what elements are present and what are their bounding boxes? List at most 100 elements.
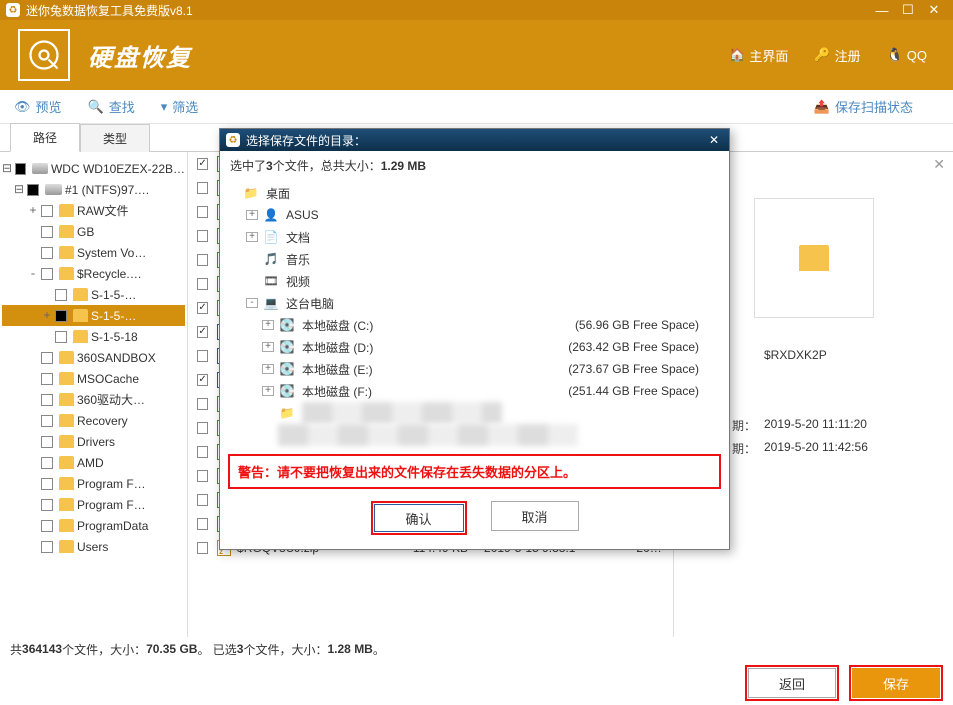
save-button[interactable]: 保存 xyxy=(852,668,940,698)
folder-icon xyxy=(59,456,74,469)
tree-disk[interactable]: +💽本地磁盘 (F:)(251.44 GB Free Space) xyxy=(230,380,719,402)
tab-path[interactable]: 路径 xyxy=(10,123,80,152)
checkbox[interactable] xyxy=(41,268,53,280)
tree-asus[interactable]: +👤ASUS xyxy=(230,204,719,226)
checkbox[interactable] xyxy=(197,182,208,194)
tool-save-state[interactable]: 📤保存扫描状态 xyxy=(814,97,913,116)
checkbox[interactable] xyxy=(197,422,208,434)
checkbox[interactable] xyxy=(41,394,53,406)
props-close-icon[interactable]: ✕ xyxy=(933,156,945,173)
back-button[interactable]: 返回 xyxy=(748,668,836,698)
dialog-warning: 警告：请不要把恢复出来的文件保存在丢失数据的分区上。 xyxy=(228,454,721,489)
checkbox[interactable] xyxy=(41,247,53,259)
tree-folder[interactable]: S-1-5-18 xyxy=(2,326,185,347)
checkbox[interactable] xyxy=(197,350,208,362)
checkbox[interactable] xyxy=(55,289,67,301)
tree-folder[interactable]: -$Recycle.… xyxy=(2,263,185,284)
checkbox[interactable] xyxy=(197,206,208,218)
tool-preview[interactable]: 👁预览 xyxy=(14,97,62,116)
checkbox[interactable] xyxy=(197,398,208,410)
tree-folder[interactable]: +RAW文件 xyxy=(2,200,185,221)
ok-button[interactable]: 确认 xyxy=(374,504,464,532)
checkbox[interactable] xyxy=(197,542,208,554)
expand-icon[interactable]: + xyxy=(262,342,274,352)
expand-icon[interactable]: + xyxy=(262,364,274,374)
tree-folder[interactable]: AMD xyxy=(2,452,185,473)
tree-partition[interactable]: ⊟#1 (NTFS)97.… xyxy=(2,179,185,200)
checkbox[interactable] xyxy=(197,254,208,266)
tree-disk[interactable]: +💽本地磁盘 (E:)(273.67 GB Free Space) xyxy=(230,358,719,380)
tool-filter[interactable]: ▾筛选 xyxy=(161,97,199,116)
tree-blur-2 xyxy=(230,424,719,446)
checkbox[interactable] xyxy=(55,331,67,343)
checkbox[interactable] xyxy=(197,302,208,314)
tree-folder[interactable]: GB xyxy=(2,221,185,242)
checkbox[interactable] xyxy=(197,158,208,170)
collapse-icon[interactable]: - xyxy=(246,298,258,308)
checkbox[interactable] xyxy=(41,478,53,490)
minimize-button[interactable]: — xyxy=(869,2,895,18)
checkbox[interactable] xyxy=(197,230,208,242)
cancel-button[interactable]: 取消 xyxy=(491,501,579,531)
checkbox[interactable] xyxy=(197,470,208,482)
nav-register[interactable]: 🔑 注册 xyxy=(814,46,860,65)
folder-icon xyxy=(59,393,74,406)
nav-main[interactable]: 🏠 主界面 xyxy=(729,46,788,65)
checkbox[interactable] xyxy=(41,457,53,469)
dialog-close-icon[interactable]: ✕ xyxy=(705,133,723,147)
checkbox[interactable] xyxy=(41,415,53,427)
tree-folder[interactable]: +S-1-5-… xyxy=(2,305,185,326)
close-button[interactable]: ✕ xyxy=(921,2,947,18)
checkbox[interactable] xyxy=(41,541,53,553)
tree-folder[interactable]: S-1-5-… xyxy=(2,284,185,305)
tree-folder[interactable]: Program F… xyxy=(2,494,185,515)
tree-root[interactable]: ⊟WDC WD10EZEX-22B… xyxy=(2,158,185,179)
checkbox[interactable] xyxy=(197,494,208,506)
tree-pane[interactable]: ⊟WDC WD10EZEX-22B… ⊟#1 (NTFS)97.… +RAW文件… xyxy=(0,152,188,637)
highlight-box-back: 返回 xyxy=(745,665,839,701)
checkbox[interactable] xyxy=(27,184,39,196)
checkbox[interactable] xyxy=(55,310,67,322)
tree-folder[interactable]: Users xyxy=(2,536,185,557)
tree-disk[interactable]: +💽本地磁盘 (C:)(56.96 GB Free Space) xyxy=(230,314,719,336)
checkbox[interactable] xyxy=(15,163,26,175)
checkbox[interactable] xyxy=(41,205,53,217)
tree-desktop[interactable]: 📁桌面 xyxy=(230,182,719,204)
folder-icon xyxy=(59,372,74,385)
maximize-button[interactable]: ☐ xyxy=(895,2,921,18)
tree-music[interactable]: 🎵音乐 xyxy=(230,248,719,270)
checkbox[interactable] xyxy=(197,278,208,290)
tree-folder[interactable]: 360驱动大… xyxy=(2,389,185,410)
tool-find[interactable]: 🔍查找 xyxy=(88,97,135,116)
checkbox[interactable] xyxy=(41,226,53,238)
tree-folder[interactable]: 360SANDBOX xyxy=(2,347,185,368)
tree-folder[interactable]: Recovery xyxy=(2,410,185,431)
expand-icon[interactable]: + xyxy=(246,210,258,220)
tab-type[interactable]: 类型 xyxy=(80,124,150,152)
folder-icon xyxy=(59,414,74,427)
checkbox[interactable] xyxy=(41,499,53,511)
checkbox[interactable] xyxy=(197,446,208,458)
checkbox[interactable] xyxy=(41,520,53,532)
drive-icon: 💽 xyxy=(278,384,296,399)
expand-icon[interactable]: + xyxy=(262,386,274,396)
tree-folder[interactable]: ProgramData xyxy=(2,515,185,536)
checkbox[interactable] xyxy=(197,326,208,338)
dialog-folder-tree[interactable]: 📁桌面 +👤ASUS +📄文档 🎵音乐 🎞视频 -💻这台电脑 +💽本地磁盘 (C… xyxy=(220,180,729,450)
checkbox[interactable] xyxy=(41,373,53,385)
tree-folder[interactable]: System Vo… xyxy=(2,242,185,263)
expand-icon[interactable]: + xyxy=(262,320,274,330)
checkbox[interactable] xyxy=(41,352,53,364)
expand-icon[interactable]: + xyxy=(246,232,258,242)
tree-video[interactable]: 🎞视频 xyxy=(230,270,719,292)
tree-folder[interactable]: Program F… xyxy=(2,473,185,494)
tree-docs[interactable]: +📄文档 xyxy=(230,226,719,248)
tree-disk[interactable]: +💽本地磁盘 (D:)(263.42 GB Free Space) xyxy=(230,336,719,358)
tree-folder[interactable]: MSOCache xyxy=(2,368,185,389)
checkbox[interactable] xyxy=(41,436,53,448)
checkbox[interactable] xyxy=(197,518,208,530)
checkbox[interactable] xyxy=(197,374,208,386)
tree-folder[interactable]: Drivers xyxy=(2,431,185,452)
nav-qq[interactable]: 🐧 QQ xyxy=(887,47,927,63)
tree-pc[interactable]: -💻这台电脑 xyxy=(230,292,719,314)
